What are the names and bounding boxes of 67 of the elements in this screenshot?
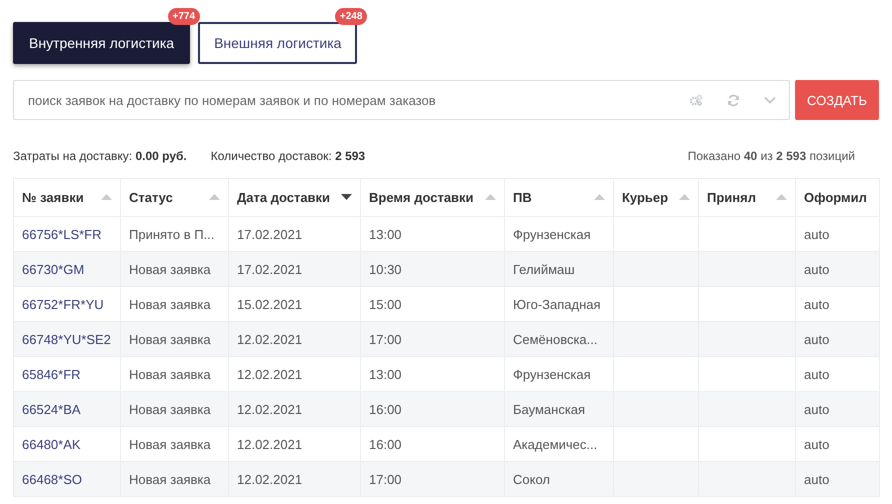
- sort-up-icon[interactable]: [594, 194, 605, 200]
- table-cell: 13:00: [369, 366, 402, 382]
- sort-up-icon[interactable]: [776, 194, 787, 200]
- table-cell: 16:00: [369, 436, 402, 452]
- table-cell: auto: [804, 332, 830, 346]
- table-cell: auto: [804, 366, 830, 382]
- column-header[interactable]: № заявки: [14, 178, 120, 216]
- column-header[interactable]: Принял: [698, 178, 796, 216]
- create-button[interactable]: СОЗДАТЬ: [795, 80, 879, 120]
- table-cell: Новая заявка: [129, 436, 211, 452]
- sort-up-icon[interactable]: [209, 194, 220, 200]
- table-cell: auto: [804, 402, 830, 416]
- table-cell: Семёновска...: [513, 332, 598, 346]
- table-cell: 12.02.2021: [237, 366, 302, 382]
- sort-up-icon[interactable]: [101, 194, 112, 200]
- table-cell: Гелиймаш: [513, 262, 575, 276]
- table-cell: Новая заявка: [129, 332, 211, 346]
- table-cell: Новая заявка: [129, 366, 211, 382]
- table-cell: auto: [804, 436, 830, 452]
- chevron-down-icon[interactable]: [764, 96, 776, 104]
- column-header[interactable]: ПВ: [504, 178, 614, 216]
- sort-down-icon[interactable]: [341, 194, 352, 200]
- column-header[interactable]: Курьер: [614, 178, 698, 216]
- table-cell: 12.02.2021: [237, 332, 302, 346]
- column-header[interactable]: Время доставки: [360, 178, 504, 216]
- table-cell: auto: [804, 296, 830, 312]
- table-cell: Фрунзенская: [513, 366, 591, 382]
- table-cell: Бауманская: [513, 402, 586, 416]
- table-cell: 17:00: [369, 332, 402, 346]
- table-cell: Юго-Западная: [513, 296, 601, 312]
- table-cell: 12.02.2021: [237, 402, 302, 416]
- table-cell: 12.02.2021: [237, 472, 302, 486]
- table-cell: 15:00: [369, 296, 402, 312]
- table-cell: 12.02.2021: [237, 436, 302, 452]
- table-cell: Сокол: [513, 472, 550, 486]
- tab[interactable]: Внешняя логистика: [198, 22, 358, 64]
- sort-up-icon[interactable]: [485, 194, 496, 200]
- table-cell: auto: [804, 262, 830, 276]
- count-badge: +774: [168, 8, 200, 25]
- refresh-icon[interactable]: [727, 94, 740, 106]
- delivery-cost-text: Затраты на доставку: 0.00 руб.: [13, 149, 187, 163]
- table-cell: Новая заявка: [129, 472, 211, 486]
- table-cell: 17.02.2021: [237, 226, 302, 242]
- table-cell: Фрунзенская: [513, 226, 591, 242]
- table-cell: Академичес...: [513, 436, 598, 452]
- table-cell: Новая заявка: [129, 296, 211, 312]
- table-cell: 16:00: [369, 402, 402, 416]
- table-cell: 10:30: [369, 262, 402, 276]
- table-cell: auto: [804, 226, 830, 242]
- tab[interactable]: Внутренняя логистика: [13, 22, 190, 64]
- count-badge: +248: [334, 8, 368, 25]
- shown-count-text: Показано 40 из 2 593 позиций: [688, 149, 855, 163]
- column-header[interactable]: Статус: [120, 178, 228, 216]
- table-cell: 15.02.2021: [237, 296, 302, 312]
- delivery-count-text: Количество доставок: 2 593: [210, 149, 366, 163]
- column-header[interactable]: Оформил: [796, 178, 880, 216]
- table-cell: 17.02.2021: [237, 262, 302, 276]
- table-cell: Новая заявка: [129, 262, 211, 276]
- table-cell: Новая заявка: [129, 402, 211, 416]
- gears-icon[interactable]: [689, 94, 703, 106]
- sort-up-icon[interactable]: [679, 194, 690, 200]
- table-cell: 17:00: [369, 472, 402, 486]
- table-cell: Принято в П...: [129, 226, 214, 242]
- table-cell: 13:00: [369, 226, 402, 242]
- table-cell: auto: [804, 472, 830, 486]
- column-header[interactable]: Дата доставки: [228, 178, 360, 216]
- search-field[interactable]: поиск заявок на доставку по номерам заявок и по номерам заказов: [13, 80, 790, 120]
